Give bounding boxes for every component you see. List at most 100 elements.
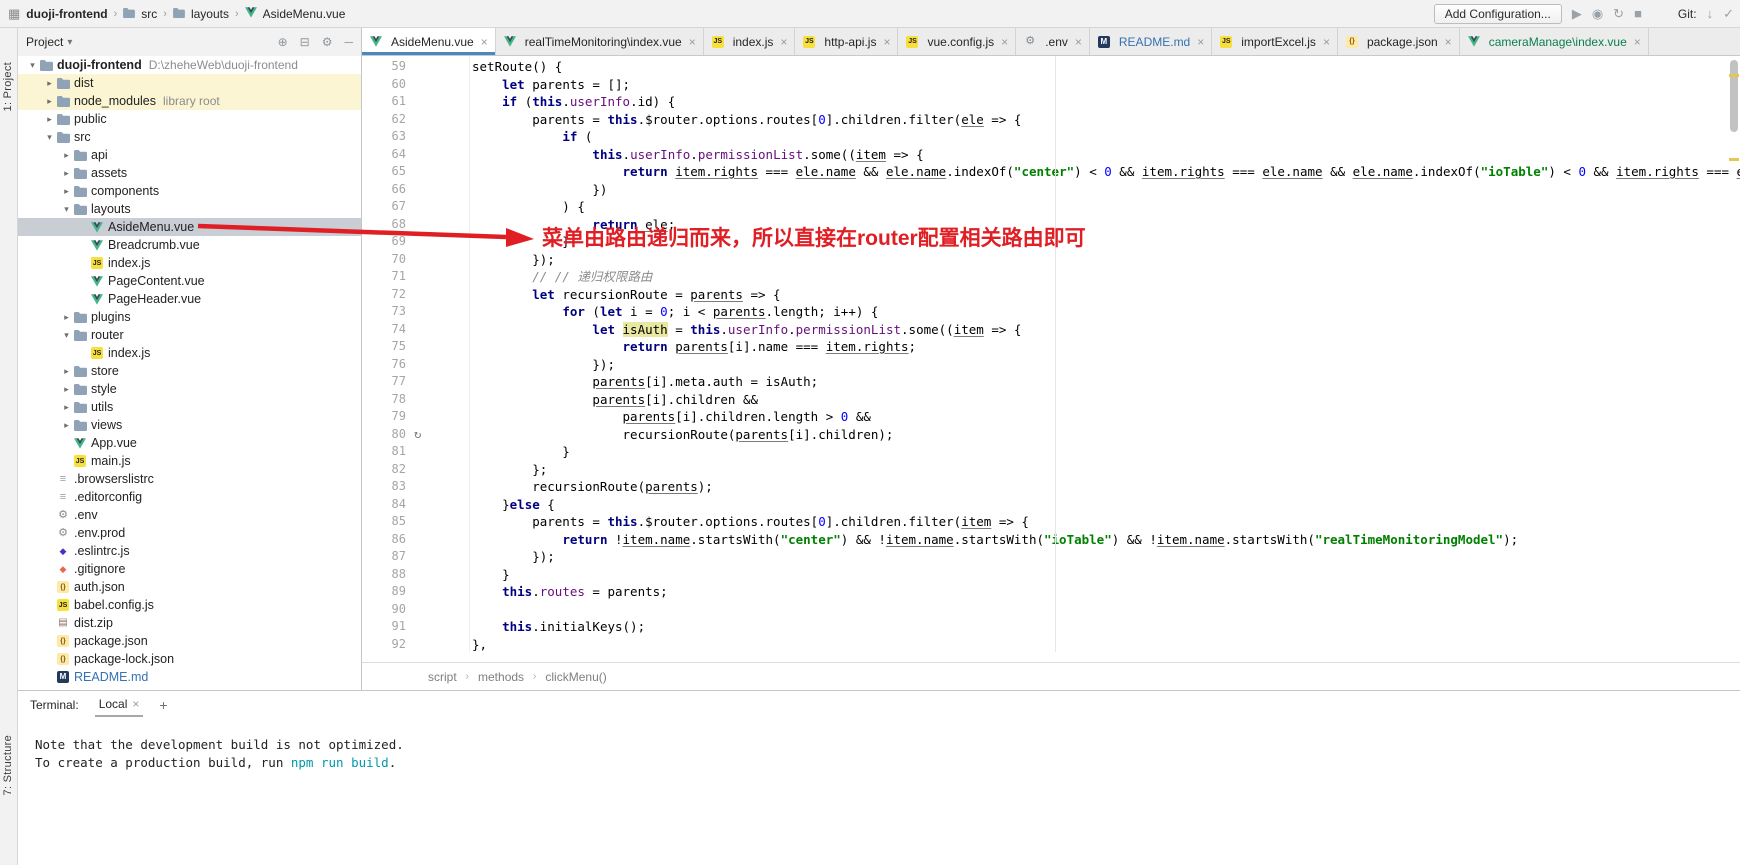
- tree-item-App.vue[interactable]: App.vue: [18, 434, 361, 452]
- run-icon[interactable]: ▶: [1572, 6, 1582, 22]
- breadcrumb-src[interactable]: src: [141, 7, 157, 21]
- tree-item-.eslintrc.js[interactable]: ◆.eslintrc.js: [18, 542, 361, 560]
- gutter[interactable]: 59: [362, 58, 472, 76]
- add-configuration-button[interactable]: Add Configuration...: [1434, 4, 1562, 24]
- window-menu-icon[interactable]: ▦: [8, 6, 20, 22]
- editor-tab-AsideMenu.vue[interactable]: AsideMenu.vue×: [362, 28, 496, 55]
- gutter[interactable]: 71: [362, 268, 472, 286]
- chevron-down-icon[interactable]: ▾: [60, 204, 73, 215]
- gutter[interactable]: 68: [362, 216, 472, 234]
- tree-item-dist[interactable]: ▸dist: [18, 74, 361, 92]
- locate-file-icon[interactable]: ⊕: [278, 35, 288, 49]
- gutter[interactable]: 88: [362, 566, 472, 584]
- project-panel-title[interactable]: Project: [26, 35, 63, 49]
- close-tab-icon[interactable]: ×: [1075, 35, 1082, 49]
- breadcrumb-methods[interactable]: methods: [478, 670, 524, 684]
- close-tab-icon[interactable]: ×: [1445, 35, 1452, 49]
- editor-tab-cameraManage\index.vue[interactable]: cameraManage\index.vue×: [1460, 28, 1649, 55]
- editor-tab-.env[interactable]: ⚙.env×: [1016, 28, 1090, 55]
- tree-item-package-lock.json[interactable]: {}package-lock.json: [18, 650, 361, 668]
- tree-item-store[interactable]: ▸store: [18, 362, 361, 380]
- chevron-right-icon[interactable]: ▸: [60, 150, 73, 161]
- tree-item-node_modules[interactable]: ▸node_moduleslibrary root: [18, 92, 361, 110]
- gutter[interactable]: 63: [362, 128, 472, 146]
- gutter[interactable]: 86: [362, 531, 472, 549]
- chevron-down-icon[interactable]: ▾: [26, 60, 39, 71]
- close-tab-icon[interactable]: ×: [1634, 35, 1641, 49]
- gutter[interactable]: 91: [362, 618, 472, 636]
- vertical-scrollbar[interactable]: [1730, 60, 1738, 132]
- tree-item-src[interactable]: ▾src: [18, 128, 361, 146]
- tree-item-main.js[interactable]: JSmain.js: [18, 452, 361, 470]
- warning-stripe-mark[interactable]: [1729, 158, 1739, 161]
- chevron-right-icon[interactable]: ▸: [60, 168, 73, 179]
- gutter[interactable]: 80↻: [362, 426, 472, 444]
- chevron-down-icon[interactable]: ▾: [43, 132, 56, 143]
- tree-item-duoji-frontend[interactable]: ▾duoji-frontendD:\zheheWeb\duoji-fronten…: [18, 56, 361, 74]
- close-tab-icon[interactable]: ×: [780, 35, 787, 49]
- tree-item-assets[interactable]: ▸assets: [18, 164, 361, 182]
- gutter[interactable]: 83: [362, 478, 472, 496]
- tree-item-.env[interactable]: ⚙.env: [18, 506, 361, 524]
- tree-item-Breadcrumb.vue[interactable]: Breadcrumb.vue: [18, 236, 361, 254]
- tree-item-README.md[interactable]: MREADME.md: [18, 668, 361, 686]
- gutter[interactable]: 62: [362, 111, 472, 129]
- chevron-right-icon[interactable]: ▸: [60, 186, 73, 197]
- gutter[interactable]: 69: [362, 233, 472, 251]
- editor-tab-index.js[interactable]: JSindex.js×: [704, 28, 796, 55]
- gutter[interactable]: 85: [362, 513, 472, 531]
- close-tab-icon[interactable]: ×: [1323, 35, 1330, 49]
- tree-item-.gitignore[interactable]: ◆.gitignore: [18, 560, 361, 578]
- tree-item-PageHeader.vue[interactable]: PageHeader.vue: [18, 290, 361, 308]
- recursive-call-icon[interactable]: ↻: [414, 426, 421, 444]
- gutter[interactable]: 66: [362, 181, 472, 199]
- tree-item-.editorconfig[interactable]: ≡.editorconfig: [18, 488, 361, 506]
- close-tab-icon[interactable]: ×: [883, 35, 890, 49]
- gutter[interactable]: 77: [362, 373, 472, 391]
- tree-item-auth.json[interactable]: {}auth.json: [18, 578, 361, 596]
- tree-item-layouts[interactable]: ▾layouts: [18, 200, 361, 218]
- breadcrumb-file[interactable]: AsideMenu.vue: [263, 7, 346, 21]
- close-tab-icon[interactable]: ×: [481, 35, 488, 49]
- tree-item-public[interactable]: ▸public: [18, 110, 361, 128]
- gutter[interactable]: 79: [362, 408, 472, 426]
- editor-tab-README.md[interactable]: MREADME.md×: [1090, 28, 1212, 55]
- gutter[interactable]: 92: [362, 636, 472, 653]
- git-commit-icon[interactable]: ✓: [1723, 6, 1734, 22]
- gutter[interactable]: 72: [362, 286, 472, 304]
- stripe-project-button[interactable]: 1: Project: [2, 62, 14, 111]
- close-tab-icon[interactable]: ×: [689, 35, 696, 49]
- stop-icon[interactable]: ■: [1634, 6, 1642, 21]
- git-update-icon[interactable]: ↓: [1707, 6, 1714, 21]
- breadcrumb-project[interactable]: duoji-frontend: [26, 7, 107, 21]
- tree-item-index.js[interactable]: JSindex.js: [18, 254, 361, 272]
- debug-bug-icon[interactable]: ◉: [1592, 6, 1603, 22]
- gutter[interactable]: 75: [362, 338, 472, 356]
- chevron-down-icon[interactable]: ▾: [60, 330, 73, 341]
- gutter[interactable]: 67: [362, 198, 472, 216]
- hide-panel-icon[interactable]: ─: [344, 35, 353, 49]
- tree-item-views[interactable]: ▸views: [18, 416, 361, 434]
- chevron-right-icon[interactable]: ▸: [60, 402, 73, 413]
- editor-tab-package.json[interactable]: {}package.json×: [1338, 28, 1460, 55]
- tree-item-AsideMenu.vue[interactable]: AsideMenu.vue: [18, 218, 361, 236]
- editor-tab-importExcel.js[interactable]: JSimportExcel.js×: [1212, 28, 1338, 55]
- tree-item-plugins[interactable]: ▸plugins: [18, 308, 361, 326]
- tree-item-components[interactable]: ▸components: [18, 182, 361, 200]
- settings-gear-icon[interactable]: ⚙: [322, 35, 333, 49]
- tree-item-utils[interactable]: ▸utils: [18, 398, 361, 416]
- chevron-right-icon[interactable]: ▸: [60, 366, 73, 377]
- editor-tab-realTimeMonitoring\index.vue[interactable]: realTimeMonitoring\index.vue×: [496, 28, 704, 55]
- tree-item-package.json[interactable]: {}package.json: [18, 632, 361, 650]
- editor-tab-http-api.js[interactable]: JShttp-api.js×: [795, 28, 898, 55]
- chevron-down-icon[interactable]: ▾: [67, 37, 72, 48]
- gutter[interactable]: 87: [362, 548, 472, 566]
- warning-stripe-mark[interactable]: [1729, 74, 1739, 77]
- gutter[interactable]: 74: [362, 321, 472, 339]
- breadcrumb-method-name[interactable]: clickMenu(): [545, 670, 606, 684]
- tree-item-router[interactable]: ▾router: [18, 326, 361, 344]
- gutter[interactable]: 76: [362, 356, 472, 374]
- chevron-right-icon[interactable]: ▸: [60, 420, 73, 431]
- editor-tab-vue.config.js[interactable]: JSvue.config.js×: [898, 28, 1016, 55]
- tree-item-index.js[interactable]: JSindex.js: [18, 344, 361, 362]
